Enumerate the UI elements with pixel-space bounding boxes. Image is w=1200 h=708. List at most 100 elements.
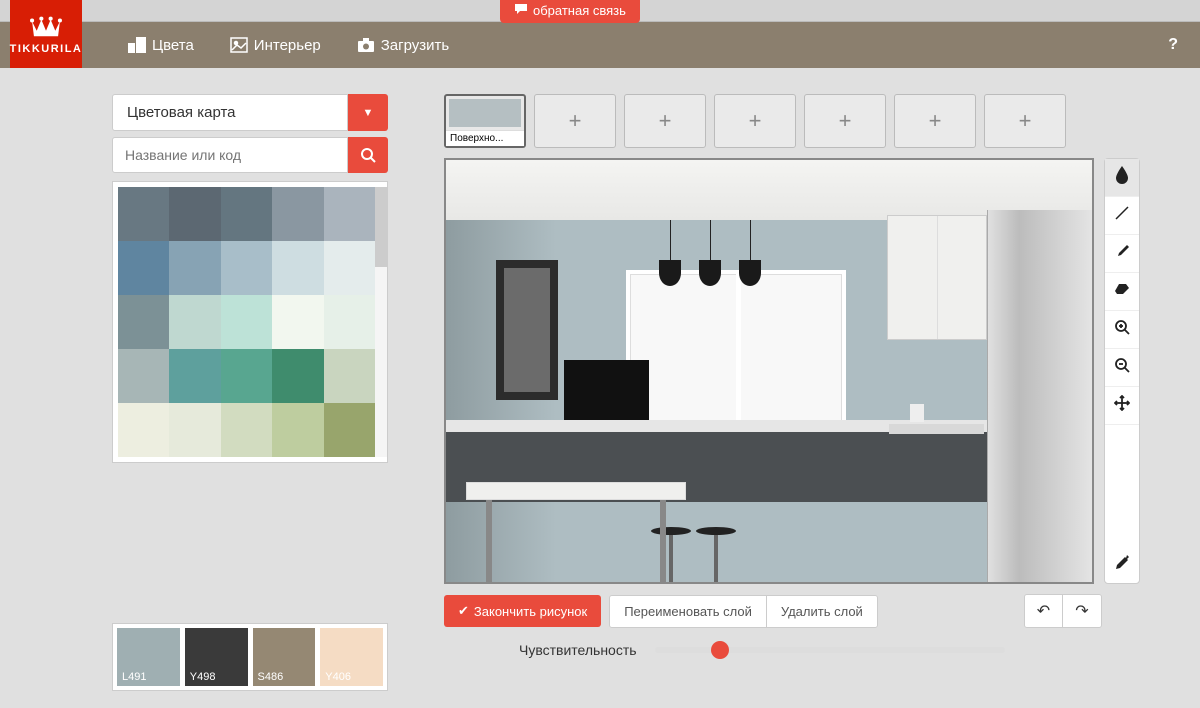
surface-label: Поверхно... <box>446 130 524 146</box>
surface-add-6[interactable]: + <box>894 94 976 148</box>
tool-eraser[interactable] <box>1105 273 1139 311</box>
swatch-16[interactable] <box>169 349 220 403</box>
surface-add-4[interactable]: + <box>714 94 796 148</box>
chat-icon <box>514 3 528 18</box>
slider-thumb[interactable] <box>711 641 729 659</box>
nav-upload[interactable]: Загрузить <box>339 22 468 68</box>
plus-icon: + <box>659 108 672 134</box>
selected-swatch-Y406[interactable]: Y406 <box>320 628 383 686</box>
redo-icon: ↷ <box>1075 601 1088 621</box>
camera-icon <box>357 38 375 52</box>
swatch-6[interactable] <box>169 241 220 295</box>
dropdown-label: Цветовая карта <box>127 104 236 121</box>
navbar: TIKKURILA Цвета Интерьер Загрузить ? <box>0 22 1200 68</box>
dropdown-toggle[interactable]: ▼ <box>348 94 388 131</box>
swatch-23[interactable] <box>272 403 323 457</box>
swatch-2[interactable] <box>221 187 272 241</box>
swatch-14[interactable] <box>324 295 375 349</box>
search-icon <box>360 147 376 163</box>
selected-swatch-code: Y498 <box>190 671 216 683</box>
surface-add-5[interactable]: + <box>804 94 886 148</box>
swatch-8[interactable] <box>272 241 323 295</box>
feedback-button[interactable]: обратная связь <box>500 0 640 23</box>
zoom-out-icon <box>1114 357 1130 378</box>
swatch-3[interactable] <box>272 187 323 241</box>
toolbox <box>1104 158 1140 584</box>
surface-add-3[interactable]: + <box>624 94 706 148</box>
line-icon <box>1114 205 1130 226</box>
tool-eyedropper[interactable] <box>1105 545 1139 583</box>
swatch-20[interactable] <box>118 403 169 457</box>
tool-line[interactable] <box>1105 197 1139 235</box>
brand-logo[interactable]: TIKKURILA <box>10 0 82 68</box>
tool-zoom-out[interactable] <box>1105 349 1139 387</box>
selected-swatch-Y498[interactable]: Y498 <box>185 628 248 686</box>
swatch-21[interactable] <box>169 403 220 457</box>
swatch-1[interactable] <box>169 187 220 241</box>
swatch-11[interactable] <box>169 295 220 349</box>
nav-colors[interactable]: Цвета <box>110 22 212 68</box>
canvas-preview[interactable] <box>444 158 1094 584</box>
surface-add-2[interactable]: + <box>534 94 616 148</box>
selected-swatch-L491[interactable]: L491 <box>117 628 180 686</box>
scroll-thumb[interactable] <box>375 187 387 267</box>
search-input[interactable] <box>112 137 348 173</box>
tool-move[interactable] <box>1105 387 1139 425</box>
swatch-9[interactable] <box>324 241 375 295</box>
plus-icon: + <box>1019 108 1032 134</box>
plus-icon: + <box>749 108 762 134</box>
rename-layer-button[interactable]: Переименовать слой <box>610 596 767 627</box>
swatch-19[interactable] <box>324 349 375 403</box>
swatch-0[interactable] <box>118 187 169 241</box>
swatch-15[interactable] <box>118 349 169 403</box>
swatch-18[interactable] <box>272 349 323 403</box>
check-icon: ✔ <box>458 603 469 619</box>
help-button[interactable]: ? <box>1156 36 1190 54</box>
selected-colors-panel: L491 Y498 S486 Y406 <box>112 623 388 691</box>
surface-tab-1[interactable]: Поверхно... <box>444 94 526 148</box>
finish-drawing-button[interactable]: ✔ Закончить рисунок <box>444 595 601 627</box>
surface-tabs: Поверхно... + + + + + + <box>444 94 1140 148</box>
swatch-10[interactable] <box>118 295 169 349</box>
tool-brush[interactable] <box>1105 235 1139 273</box>
nav-interior[interactable]: Интерьер <box>212 22 339 68</box>
swatch-scrollbar[interactable] <box>375 187 387 457</box>
selected-swatch-code: Y406 <box>325 671 351 683</box>
crown-icon <box>27 14 65 40</box>
surface-add-7[interactable]: + <box>984 94 1066 148</box>
delete-layer-button[interactable]: Удалить слой <box>767 596 877 627</box>
brush-icon <box>1114 243 1130 264</box>
finish-label: Закончить рисунок <box>474 604 587 619</box>
image-icon <box>230 37 248 53</box>
plus-icon: + <box>929 108 942 134</box>
sensitivity-label: Чувствительность <box>519 642 637 658</box>
undo-icon: ↶ <box>1037 601 1050 621</box>
swatch-5[interactable] <box>118 241 169 295</box>
chevron-down-icon: ▼ <box>363 107 374 119</box>
sensitivity-slider[interactable] <box>655 647 1005 653</box>
tool-zoom-in[interactable] <box>1105 311 1139 349</box>
selected-swatch-code: S486 <box>258 671 284 683</box>
surface-thumb <box>449 99 521 127</box>
top-strip: обратная связь <box>0 0 1200 22</box>
swatch-24[interactable] <box>324 403 375 457</box>
swatch-17[interactable] <box>221 349 272 403</box>
swatch-12[interactable] <box>221 295 272 349</box>
color-map-dropdown[interactable]: Цветовая карта <box>112 94 348 131</box>
swatch-grid <box>118 187 375 457</box>
search-button[interactable] <box>348 137 388 173</box>
selected-swatch-code: L491 <box>122 671 146 683</box>
swatch-22[interactable] <box>221 403 272 457</box>
selected-swatch-S486[interactable]: S486 <box>253 628 316 686</box>
swatch-13[interactable] <box>272 295 323 349</box>
undo-button[interactable]: ↶ <box>1025 595 1063 627</box>
plus-icon: + <box>569 108 582 134</box>
plus-icon: + <box>839 108 852 134</box>
nav-upload-label: Загрузить <box>381 37 450 54</box>
tool-fill[interactable] <box>1105 159 1139 197</box>
redo-button[interactable]: ↷ <box>1063 595 1101 627</box>
eyedropper-icon <box>1114 554 1130 575</box>
swatch-7[interactable] <box>221 241 272 295</box>
nav-interior-label: Интерьер <box>254 37 321 54</box>
swatch-4[interactable] <box>324 187 375 241</box>
